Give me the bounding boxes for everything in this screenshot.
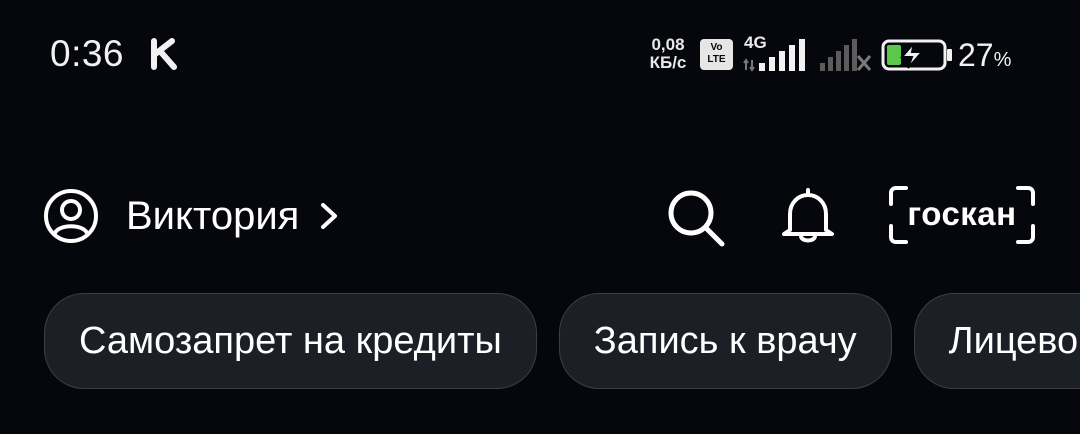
network-speed-unit: КБ/с: [649, 53, 687, 72]
bell-icon[interactable]: [776, 184, 840, 248]
battery-percent-value: 27: [958, 37, 994, 73]
quick-actions-chips: Самозапрет на кредиты Запись к врачу Лиц…: [44, 293, 1080, 391]
goskan-button[interactable]: госкан: [886, 184, 1038, 246]
search-icon[interactable]: [664, 186, 728, 250]
volte-icon: Vo LTE: [700, 39, 733, 70]
signal-no-service-icon: [820, 39, 872, 71]
status-time: 0:36: [50, 33, 125, 74]
profile-button[interactable]: Виктория: [42, 186, 341, 246]
volte-bottom-label: LTE: [707, 54, 726, 65]
battery-percent: 27%: [958, 34, 1011, 81]
battery-percent-sign: %: [993, 49, 1012, 71]
profile-name: Виктория: [126, 194, 300, 238]
network-speed: 0,08 КБ/с: [645, 36, 691, 72]
user-circle-icon: [44, 189, 98, 243]
signal-strength-icon: [743, 39, 805, 72]
chip-doctor-appointment[interactable]: Запись к врачу: [558, 293, 892, 389]
network-speed-value: 0,08: [651, 35, 685, 54]
goskan-label: госкан: [907, 195, 1017, 232]
chip-credit-self-ban[interactable]: Самозапрет на кредиты: [44, 293, 537, 389]
battery-charging-icon: [881, 39, 952, 71]
chip-personal-account[interactable]: Лицевой счёт: [913, 293, 1080, 389]
k-letter-icon: [151, 38, 177, 70]
volte-top-label: Vo: [710, 42, 723, 53]
app-screen: 0:36 0,08 КБ/с Vo LTE 4G 27% Виктория го…: [0, 0, 1080, 434]
chevron-right-icon: [321, 203, 338, 229]
